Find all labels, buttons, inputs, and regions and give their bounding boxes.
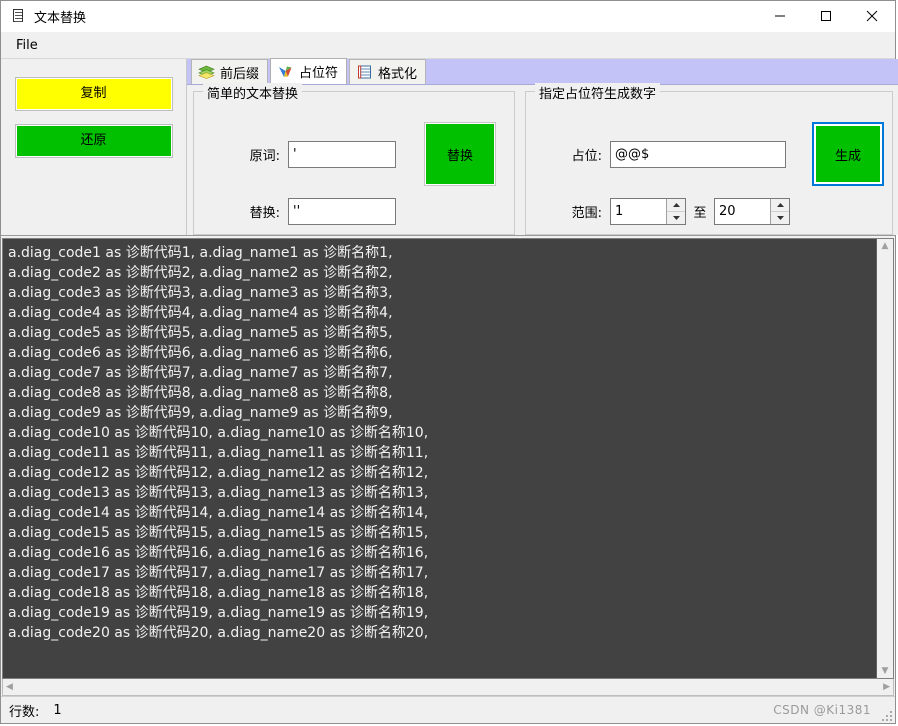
close-icon[interactable] bbox=[849, 1, 895, 31]
copy-button[interactable]: 复制 bbox=[14, 77, 173, 111]
tab-placeholder[interactable]: 占位符 bbox=[270, 58, 348, 84]
menu-bar: File bbox=[1, 32, 895, 59]
app-window: 文本替换 File 复制 还原 前后缀 占位符 格式化 简单的文本替换 原词: … bbox=[0, 0, 898, 724]
layers-icon bbox=[198, 64, 215, 80]
table-grid-icon bbox=[356, 64, 373, 80]
range-from-down-icon[interactable] bbox=[667, 212, 685, 224]
generate-button-label: 生成 bbox=[834, 148, 861, 164]
restore-button[interactable]: 还原 bbox=[14, 124, 173, 158]
scroll-right-icon[interactable]: ▶ bbox=[883, 682, 890, 692]
tab-page-placeholder: 简单的文本替换 原词: ' 替换 替换: '' 指定占位符生成数字 占位: @@… bbox=[187, 83, 898, 235]
replace-group-title: 简单的文本替换 bbox=[203, 83, 303, 102]
range-to-value[interactable]: 20 bbox=[715, 199, 770, 224]
range-to-arrows[interactable] bbox=[770, 199, 789, 224]
editor-horizontal-scrollbar[interactable]: ◀ ▶ bbox=[2, 679, 894, 696]
original-word-row: 原词: ' 替换 bbox=[202, 122, 506, 186]
scroll-down-icon[interactable]: ▼ bbox=[882, 666, 889, 676]
range-row: 范围: 1 至 20 bbox=[534, 198, 884, 225]
tab-format-label: 格式化 bbox=[378, 66, 418, 82]
replace-word-label: 替换: bbox=[249, 206, 280, 221]
colored-flag-icon bbox=[277, 64, 294, 80]
range-from-value[interactable]: 1 bbox=[611, 199, 666, 224]
title-bar: 文本替换 bbox=[1, 1, 895, 32]
watermark: CSDN @Ki1381 bbox=[773, 703, 871, 717]
text-editor[interactable]: a.diag_code1 as 诊断代码1, a.diag_name1 as 诊… bbox=[3, 239, 876, 678]
replace-button-label: 替换 bbox=[446, 148, 473, 164]
scroll-up-icon[interactable]: ▲ bbox=[882, 241, 889, 251]
range-to-label: 至 bbox=[693, 206, 707, 221]
window-title: 文本替换 bbox=[34, 10, 87, 26]
original-word-input[interactable]: ' bbox=[288, 140, 396, 168]
document-icon bbox=[11, 8, 27, 24]
replace-button[interactable]: 替换 bbox=[424, 122, 496, 186]
replace-group: 简单的文本替换 原词: ' 替换 替换: '' bbox=[193, 83, 515, 235]
resize-grip[interactable] bbox=[880, 709, 892, 721]
range-from-arrows[interactable] bbox=[666, 199, 685, 224]
tab-prefix-suffix-label: 前后缀 bbox=[220, 66, 260, 82]
replace-word-input[interactable]: '' bbox=[288, 198, 396, 225]
tab-placeholder-label: 占位符 bbox=[299, 66, 339, 81]
window-controls bbox=[757, 1, 895, 31]
range-to-stepper[interactable]: 20 bbox=[714, 198, 790, 225]
scroll-left-icon[interactable]: ◀ bbox=[6, 682, 13, 692]
status-bar: 行数: 1 CSDN @Ki1381 bbox=[1, 696, 895, 723]
range-to-up-icon[interactable] bbox=[771, 199, 789, 212]
placeholder-input[interactable]: @@$ bbox=[610, 140, 786, 168]
tab-prefix-suffix[interactable]: 前后缀 bbox=[191, 59, 269, 84]
maximize-icon[interactable] bbox=[803, 1, 849, 31]
left-button-column: 复制 还原 bbox=[1, 59, 187, 235]
generate-group: 指定占位符生成数字 占位: @@$ 生成 范围: 1 至 20 bbox=[525, 83, 893, 235]
text-editor-area: a.diag_code1 as 诊断代码1, a.diag_name1 as 诊… bbox=[2, 238, 894, 679]
tab-panel: 前后缀 占位符 格式化 简单的文本替换 原词: ' 替换 替换: '' 指定占位… bbox=[187, 58, 898, 235]
upper-panel: 复制 还原 前后缀 占位符 格式化 简单的文本替换 原词: ' 替换 替换: '… bbox=[1, 58, 898, 236]
line-count-label: 行数: bbox=[9, 704, 40, 720]
generate-group-title: 指定占位符生成数字 bbox=[535, 83, 661, 102]
tab-strip: 前后缀 占位符 格式化 bbox=[187, 58, 898, 85]
range-label: 范围: bbox=[571, 206, 602, 221]
range-from-up-icon[interactable] bbox=[667, 199, 685, 212]
range-from-stepper[interactable]: 1 bbox=[610, 198, 686, 225]
range-to-down-icon[interactable] bbox=[771, 212, 789, 224]
menu-file[interactable]: File bbox=[7, 34, 47, 57]
minimize-icon[interactable] bbox=[757, 1, 803, 31]
editor-vertical-scrollbar[interactable]: ▲ ▼ bbox=[876, 239, 893, 678]
original-word-label: 原词: bbox=[249, 148, 280, 164]
generate-button[interactable]: 生成 bbox=[812, 122, 884, 186]
placeholder-label: 占位: bbox=[571, 148, 602, 164]
replace-word-row: 替换: '' bbox=[202, 198, 506, 225]
placeholder-row: 占位: @@$ 生成 bbox=[534, 122, 884, 186]
tab-format[interactable]: 格式化 bbox=[349, 59, 427, 84]
line-count-value: 1 bbox=[53, 702, 62, 718]
